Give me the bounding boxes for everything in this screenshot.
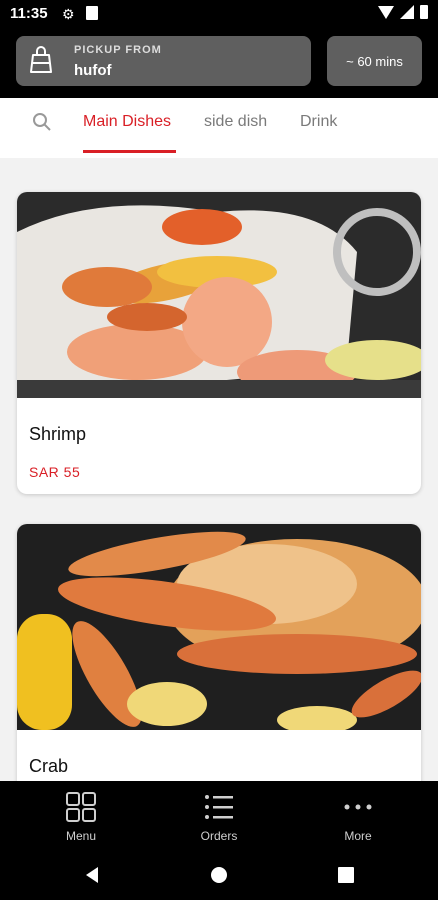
nav-label: Orders (200, 829, 238, 843)
pickup-location-button[interactable]: PICKUP FROM hufof (16, 36, 311, 86)
nav-menu[interactable]: Menu (31, 791, 131, 847)
pickup-label: PICKUP FROM (74, 44, 162, 56)
settings-icon: ⚙ (62, 6, 75, 22)
more-dots-icon (344, 804, 372, 810)
dish-name: Shrimp (29, 424, 87, 444)
wifi-icon (378, 5, 394, 19)
tab-side-dish[interactable]: side dish (204, 113, 267, 131)
crab-photo (17, 524, 421, 730)
shopping-bag-icon (30, 46, 52, 73)
nav-label: More (344, 829, 372, 843)
status-bar: 11:35 ⚙ (0, 0, 438, 28)
grid-icon (66, 792, 96, 822)
dish-price: SAR 55 (29, 464, 81, 480)
back-icon[interactable] (82, 865, 102, 885)
sim-card-icon (86, 6, 98, 20)
category-tabs: Main Dishes side dish Drink (0, 98, 438, 158)
battery-icon (420, 5, 428, 19)
search-icon[interactable] (32, 112, 52, 132)
signal-icon (400, 5, 414, 19)
home-icon[interactable] (209, 865, 229, 885)
tab-drink[interactable]: Drink (300, 113, 337, 131)
dish-card-shrimp[interactable]: Shrimp SAR 55 (17, 192, 421, 494)
menu-content: Main Dishes side dish Drink Shrimp SAR 5… (0, 98, 438, 781)
eta-button[interactable]: ~ 60 mins (327, 36, 422, 86)
system-navigation-bar (0, 851, 438, 900)
tab-main-dishes[interactable]: Main Dishes (83, 113, 171, 131)
list-icon (205, 795, 233, 819)
recents-icon[interactable] (336, 865, 356, 885)
status-time: 11:35 (10, 5, 48, 22)
nav-label: Menu (65, 829, 97, 843)
active-tab-indicator (83, 150, 176, 153)
pickup-location: hufof (74, 62, 112, 79)
nav-more[interactable]: More (308, 791, 408, 847)
app-header: PICKUP FROM hufof ~ 60 mins (0, 28, 438, 98)
shrimp-photo (17, 192, 421, 398)
dish-name: Crab (29, 756, 69, 776)
dish-card-crab[interactable]: Crab (17, 524, 421, 781)
nav-orders[interactable]: Orders (169, 791, 269, 847)
bottom-navigation: Menu Orders More (0, 781, 438, 851)
